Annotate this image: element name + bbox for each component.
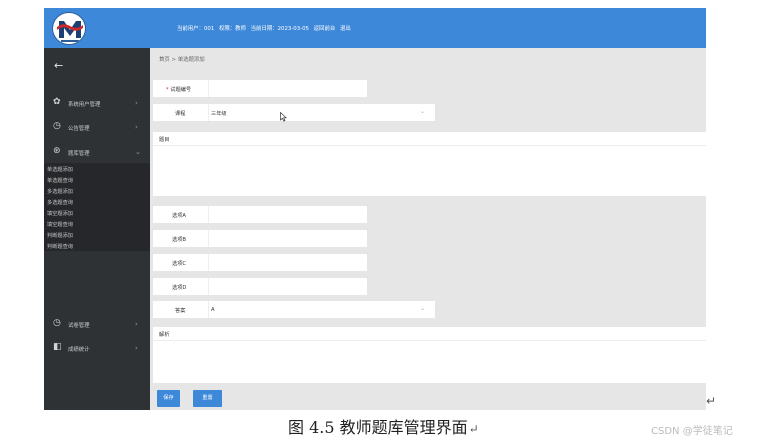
submenu-item-label: 填空题查询 bbox=[47, 222, 73, 228]
main-content: 首页 > 单选题添加 * 试题编号 课程 三年级 ⌄ 题目 选项A 选项B 选项… bbox=[150, 48, 706, 410]
current-user: 当前用户：001 bbox=[177, 26, 215, 32]
current-date: 当前日期：2023-03-05 bbox=[250, 26, 309, 32]
top-bar: 当前用户：001 权限：教师 当前日期：2023-03-05 返回前台 退出 bbox=[44, 8, 706, 48]
sidebar-item-label: 公告管理 bbox=[68, 126, 90, 132]
logo bbox=[52, 12, 86, 45]
analysis-textarea[interactable]: 解析 bbox=[153, 327, 706, 383]
current-role: 权限：教师 bbox=[218, 26, 246, 32]
chevron-right-icon: › bbox=[135, 99, 138, 107]
submenu-item-label: 判断题添加 bbox=[47, 233, 73, 239]
chevron-right-icon: › bbox=[135, 344, 138, 352]
figure-caption: 图 4.5 教师题库管理界面↵ bbox=[288, 414, 479, 438]
logout-link[interactable]: 退出 bbox=[340, 26, 351, 32]
question-icon: ⊛ bbox=[53, 146, 61, 156]
field-divider bbox=[208, 278, 209, 295]
sidebar-item-label: 题库管理 bbox=[68, 151, 90, 157]
option-c-label: 选项C bbox=[172, 261, 186, 267]
option-b-label: 选项B bbox=[172, 237, 186, 243]
sidebar-item-announcements[interactable]: ◷ 公告管理 › bbox=[44, 115, 150, 139]
submenu-item[interactable]: 单选题查询 bbox=[44, 174, 150, 185]
option-a-field[interactable]: 选项A bbox=[153, 206, 367, 223]
field-divider bbox=[208, 104, 209, 121]
submenu-item-label: 多选题添加 bbox=[47, 189, 73, 195]
option-d-label: 选项D bbox=[172, 285, 187, 291]
watermark: CSDN @学徒笔记 bbox=[651, 426, 733, 437]
field-divider bbox=[208, 80, 209, 97]
submenu-item[interactable]: 多选题添加 bbox=[44, 185, 150, 196]
submenu-item[interactable]: 判断题添加 bbox=[44, 229, 150, 240]
chart-icon: ◧ bbox=[53, 342, 62, 352]
sidebar-item-score-stats[interactable]: ◧ 成绩统计 › bbox=[44, 336, 150, 360]
sidebar-item-label: 成绩统计 bbox=[68, 347, 90, 353]
clock-icon: ◷ bbox=[53, 121, 61, 131]
screenshot: 当前用户：001 权限：教师 当前日期：2023-03-05 返回前台 退出 ←… bbox=[44, 8, 706, 410]
submenu-item[interactable]: 单选题添加 bbox=[44, 163, 150, 174]
chevron-right-icon: › bbox=[135, 320, 138, 328]
stem-label: 题目 bbox=[159, 137, 170, 143]
clock-icon: ◷ bbox=[53, 318, 61, 328]
chevron-down-icon: ⌄ bbox=[419, 305, 425, 312]
sidebar: ← ✿ 系统用户管理 › ◷ 公告管理 › ⊛ 题库管理 ⌄ 单选题添加 单选题… bbox=[44, 48, 150, 410]
submenu-item-label: 单选题添加 bbox=[47, 167, 73, 173]
course-label: 课程 bbox=[175, 111, 186, 117]
sidebar-item-exam-papers[interactable]: ◷ 试卷管理 › bbox=[44, 312, 150, 336]
back-arrow-icon[interactable]: ← bbox=[54, 60, 63, 71]
stem-textarea[interactable]: 题目 bbox=[153, 132, 706, 196]
submenu-item-label: 判断题查询 bbox=[47, 244, 73, 250]
submenu-item-label: 填空题添加 bbox=[47, 211, 73, 217]
submenu-item-label: 多选题查询 bbox=[47, 200, 73, 206]
submenu-item[interactable]: 多选题查询 bbox=[44, 196, 150, 207]
breadcrumb: 首页 > 单选题添加 bbox=[159, 57, 205, 63]
textarea-divider bbox=[153, 145, 706, 146]
field-divider bbox=[208, 230, 209, 247]
back-to-front-link[interactable]: 返回前台 bbox=[314, 26, 336, 32]
question-no-field[interactable]: * 试题编号 bbox=[153, 80, 367, 97]
field-divider bbox=[208, 254, 209, 271]
top-info: 当前用户：001 权限：教师 当前日期：2023-03-05 返回前台 退出 bbox=[177, 24, 354, 32]
sidebar-item-label: 系统用户管理 bbox=[68, 102, 101, 108]
question-no-label: * 试题编号 bbox=[166, 87, 192, 93]
save-button[interactable]: 保存 bbox=[157, 390, 180, 407]
chevron-down-icon: ⌄ bbox=[419, 108, 425, 115]
submenu-item[interactable]: 填空题添加 bbox=[44, 207, 150, 218]
analysis-label: 解析 bbox=[159, 332, 170, 338]
answer-value: A bbox=[211, 307, 215, 313]
chevron-down-icon: ⌄ bbox=[135, 148, 141, 156]
figure-caption-text: 图 4.5 教师题库管理界面 bbox=[288, 418, 468, 437]
field-divider bbox=[208, 206, 209, 223]
mouse-cursor-icon bbox=[280, 112, 287, 122]
submenu-item[interactable]: 判断题查询 bbox=[44, 240, 150, 251]
option-b-field[interactable]: 选项B bbox=[153, 230, 367, 247]
sidebar-item-system-users[interactable]: ✿ 系统用户管理 › bbox=[44, 91, 150, 115]
answer-label: 答案 bbox=[175, 308, 186, 314]
option-d-field[interactable]: 选项D bbox=[153, 278, 367, 295]
sidebar-item-label: 试卷管理 bbox=[68, 323, 90, 329]
gear-icon: ✿ bbox=[53, 97, 61, 107]
chevron-right-icon: › bbox=[135, 123, 138, 131]
submenu-item[interactable]: 填空题查询 bbox=[44, 218, 150, 229]
option-c-field[interactable]: 选项C bbox=[153, 254, 367, 271]
paragraph-mark-icon: ↵ bbox=[706, 394, 717, 408]
option-a-label: 选项A bbox=[172, 213, 186, 219]
sidebar-item-question-bank[interactable]: ⊛ 题库管理 ⌄ bbox=[44, 140, 150, 164]
course-select[interactable]: 课程 三年级 ⌄ bbox=[153, 104, 435, 121]
textarea-divider bbox=[153, 340, 706, 341]
reset-button[interactable]: 重置 bbox=[193, 390, 222, 407]
logo-mark-icon bbox=[55, 15, 85, 44]
required-mark: * bbox=[166, 87, 169, 93]
field-divider bbox=[208, 301, 209, 318]
answer-select[interactable]: 答案 A ⌄ bbox=[153, 301, 435, 318]
course-value: 三年级 bbox=[211, 111, 227, 117]
submenu-item-label: 单选题查询 bbox=[47, 178, 73, 184]
paragraph-mark-icon: ↵ bbox=[468, 422, 479, 436]
